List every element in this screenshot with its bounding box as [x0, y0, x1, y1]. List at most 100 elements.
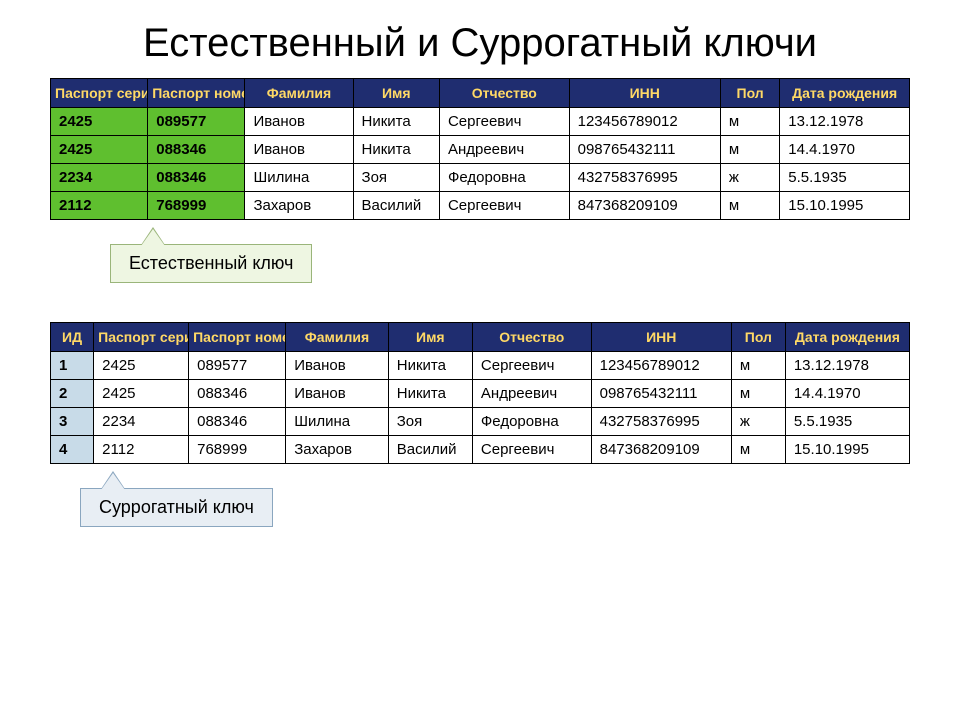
cell-sex: м	[720, 136, 779, 164]
cell-sex: м	[731, 380, 785, 408]
cell-name: Василий	[353, 192, 439, 220]
col-inn: ИНН	[591, 323, 731, 352]
cell-passport-series: 2112	[51, 192, 148, 220]
cell-sex: м	[731, 352, 785, 380]
cell-id: 2	[51, 380, 94, 408]
cell-patronymic: Сергеевич	[472, 436, 591, 464]
cell-patronymic: Федоровна	[472, 408, 591, 436]
cell-name: Никита	[353, 136, 439, 164]
table-surrogate-key: ИД Паспорт серия Паспорт номер Фамилия И…	[50, 322, 910, 464]
cell-passport-series: 2425	[51, 136, 148, 164]
cell-name: Никита	[388, 352, 472, 380]
cell-patronymic: Андреевич	[472, 380, 591, 408]
cell-name: Зоя	[388, 408, 472, 436]
cell-birthdate: 5.5.1935	[785, 408, 909, 436]
cell-passport-number: 768999	[189, 436, 286, 464]
cell-inn: 098765432111	[591, 380, 731, 408]
cell-passport-number: 088346	[189, 408, 286, 436]
cell-birthdate: 14.4.1970	[780, 136, 910, 164]
cell-id: 3	[51, 408, 94, 436]
col-inn: ИНН	[569, 79, 720, 108]
col-sex: Пол	[720, 79, 779, 108]
cell-birthdate: 15.10.1995	[785, 436, 909, 464]
table-natural-key: Паспорт серия Паспорт номер Фамилия Имя …	[50, 78, 910, 220]
cell-passport-series: 2425	[94, 380, 189, 408]
cell-passport-number: 768999	[148, 192, 245, 220]
cell-passport-series: 2234	[94, 408, 189, 436]
cell-inn: 123456789012	[591, 352, 731, 380]
col-birthdate: Дата рождения	[780, 79, 910, 108]
slide-title: Естественный и Суррогатный ключи	[50, 20, 910, 66]
cell-passport-series: 2234	[51, 164, 148, 192]
col-passport-series: Паспорт серия	[51, 79, 148, 108]
cell-passport-number: 088346	[148, 136, 245, 164]
table-row: 3 2234 088346 Шилина Зоя Федоровна 43275…	[51, 408, 910, 436]
cell-name: Василий	[388, 436, 472, 464]
cell-birthdate: 15.10.1995	[780, 192, 910, 220]
cell-inn: 098765432111	[569, 136, 720, 164]
callout-label: Естественный ключ	[129, 253, 293, 273]
slide: Естественный и Суррогатный ключи Паспорт…	[0, 0, 960, 540]
table-row: 2112 768999 Захаров Василий Сергеевич 84…	[51, 192, 910, 220]
cell-sex: ж	[731, 408, 785, 436]
col-surname: Фамилия	[286, 323, 389, 352]
col-patronymic: Отчество	[472, 323, 591, 352]
table-row: 2234 088346 Шилина Зоя Федоровна 4327583…	[51, 164, 910, 192]
cell-passport-number: 088346	[148, 164, 245, 192]
cell-passport-series: 2425	[94, 352, 189, 380]
cell-surname: Иванов	[286, 352, 389, 380]
cell-surname: Шилина	[286, 408, 389, 436]
cell-id: 1	[51, 352, 94, 380]
cell-birthdate: 13.12.1978	[780, 108, 910, 136]
col-name: Имя	[388, 323, 472, 352]
col-sex: Пол	[731, 323, 785, 352]
cell-sex: м	[720, 192, 779, 220]
cell-name: Никита	[388, 380, 472, 408]
cell-birthdate: 14.4.1970	[785, 380, 909, 408]
cell-birthdate: 5.5.1935	[780, 164, 910, 192]
col-surname: Фамилия	[245, 79, 353, 108]
table-row: 4 2112 768999 Захаров Василий Сергеевич …	[51, 436, 910, 464]
col-passport-number: Паспорт номер	[148, 79, 245, 108]
col-passport-series: Паспорт серия	[94, 323, 189, 352]
cell-inn: 432758376995	[569, 164, 720, 192]
cell-patronymic: Сергеевич	[439, 108, 569, 136]
cell-inn: 847368209109	[591, 436, 731, 464]
callout-surrogate-key: Суррогатный ключ	[80, 488, 273, 527]
cell-surname: Иванов	[286, 380, 389, 408]
cell-surname: Иванов	[245, 136, 353, 164]
cell-passport-number: 089577	[189, 352, 286, 380]
cell-passport-number: 089577	[148, 108, 245, 136]
table-row: 2425 089577 Иванов Никита Сергеевич 1234…	[51, 108, 910, 136]
callout-natural-key: Естественный ключ	[110, 244, 312, 283]
col-id: ИД	[51, 323, 94, 352]
cell-inn: 123456789012	[569, 108, 720, 136]
cell-passport-number: 088346	[189, 380, 286, 408]
cell-patronymic: Федоровна	[439, 164, 569, 192]
table-row: 2425 088346 Иванов Никита Андреевич 0987…	[51, 136, 910, 164]
table-header-row: Паспорт серия Паспорт номер Фамилия Имя …	[51, 79, 910, 108]
cell-surname: Захаров	[245, 192, 353, 220]
cell-patronymic: Андреевич	[439, 136, 569, 164]
cell-birthdate: 13.12.1978	[785, 352, 909, 380]
col-patronymic: Отчество	[439, 79, 569, 108]
col-passport-number: Паспорт номер	[189, 323, 286, 352]
col-birthdate: Дата рождения	[785, 323, 909, 352]
cell-surname: Захаров	[286, 436, 389, 464]
table-header-row: ИД Паспорт серия Паспорт номер Фамилия И…	[51, 323, 910, 352]
cell-id: 4	[51, 436, 94, 464]
cell-name: Зоя	[353, 164, 439, 192]
table-row: 1 2425 089577 Иванов Никита Сергеевич 12…	[51, 352, 910, 380]
cell-name: Никита	[353, 108, 439, 136]
cell-surname: Шилина	[245, 164, 353, 192]
callout-label: Суррогатный ключ	[99, 497, 254, 517]
cell-sex: ж	[720, 164, 779, 192]
table-row: 2 2425 088346 Иванов Никита Андреевич 09…	[51, 380, 910, 408]
cell-inn: 847368209109	[569, 192, 720, 220]
col-name: Имя	[353, 79, 439, 108]
cell-passport-series: 2112	[94, 436, 189, 464]
callout-container: Естественный ключ	[50, 226, 910, 296]
cell-sex: м	[731, 436, 785, 464]
cell-surname: Иванов	[245, 108, 353, 136]
cell-inn: 432758376995	[591, 408, 731, 436]
